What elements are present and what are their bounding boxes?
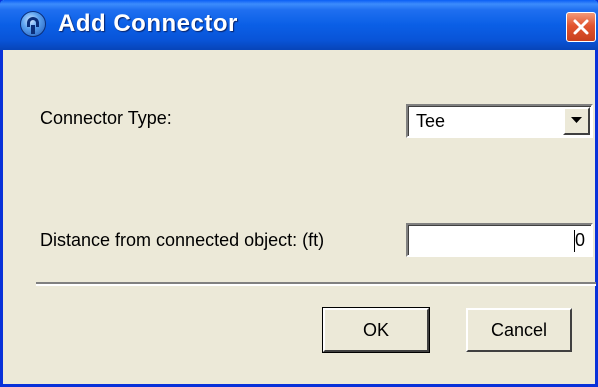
ok-button[interactable]: OK: [322, 307, 430, 353]
distance-value: 0: [574, 230, 585, 250]
separator: [36, 282, 596, 286]
add-connector-dialog: Add Connector Connector Type: Tee Distan…: [0, 0, 598, 387]
connector-type-label: Connector Type:: [40, 108, 172, 128]
close-icon: [573, 19, 589, 35]
cancel-button[interactable]: Cancel: [466, 308, 572, 352]
connector-type-select[interactable]: Tee: [406, 104, 593, 138]
window-title: Add Connector: [58, 10, 238, 37]
distance-input[interactable]: 0: [406, 223, 593, 257]
chevron-down-icon: [571, 117, 582, 123]
close-button[interactable]: [566, 12, 596, 42]
app-logo-icon: [20, 11, 46, 37]
dropdown-button[interactable]: [563, 107, 590, 135]
connector-type-value: Tee: [416, 111, 446, 131]
title-bar[interactable]: Add Connector: [0, 0, 598, 50]
distance-label: Distance from connected object: (ft): [40, 230, 325, 250]
